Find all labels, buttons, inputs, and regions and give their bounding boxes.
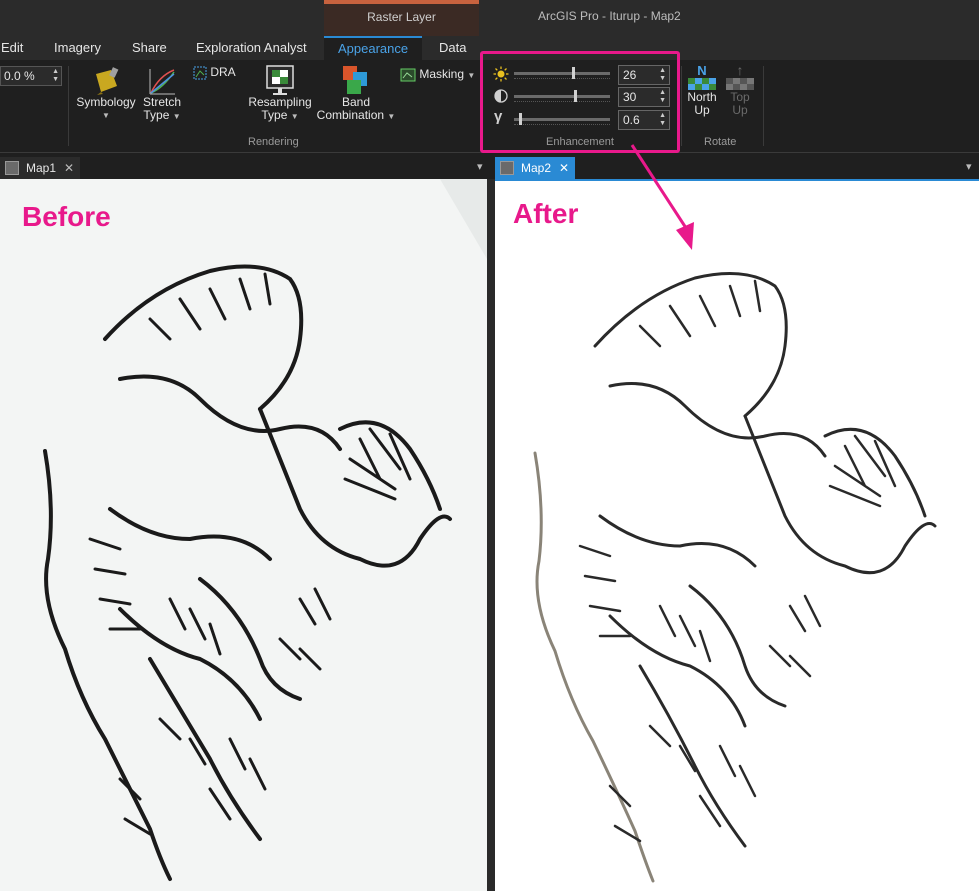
masking-button[interactable]: Masking ▼ [400,68,476,82]
doc-tab-map2-label: Map2 [521,161,551,175]
chevron-down-icon: ▼ [387,112,395,121]
scanned-map-before [0,179,487,891]
map1-view[interactable]: Before [0,179,487,891]
group-separator [68,66,69,146]
doc-tab-map1-label: Map1 [26,161,56,175]
enhancement-highlight-box [480,51,680,153]
chevron-down-icon: ▼ [75,109,137,122]
title-bar: Raster Layer ArcGIS Pro - Iturup - Map2 [0,0,979,36]
tab-exploration-analyst[interactable]: Exploration Analyst [196,40,307,55]
transparency-input[interactable]: 0.0 % ▲▼ [0,66,62,86]
map-icon [500,161,514,175]
scanned-map-after [495,181,979,891]
contextual-tab-group: Raster Layer [324,0,479,36]
map-icon [5,161,19,175]
context-accent-bar [324,0,479,4]
view-divider[interactable] [487,179,495,891]
top-up-label-2: Up [723,104,757,117]
north-up-label-2: Up [683,104,721,117]
tab-share[interactable]: Share [132,40,167,55]
resampling-type-button[interactable]: Resampling Type ▼ [247,64,313,123]
chevron-down-icon: ▼ [467,71,475,80]
tab-appearance[interactable]: Appearance [324,36,422,60]
north-icon-letter: N [683,64,721,77]
app-title: ArcGIS Pro - Iturup - Map2 [538,9,681,23]
close-icon[interactable]: ✕ [559,157,569,179]
group-separator [681,66,682,146]
band-combination-icon [339,64,373,96]
symbology-label: Symbology [75,96,137,109]
doc-tab-map2[interactable]: Map2 ✕ [495,157,575,179]
chevron-down-icon: ▼ [173,112,181,121]
tab-overflow-icon[interactable]: ▾ [477,160,483,173]
dra-label: DRA [210,65,235,79]
masking-label: Masking [419,67,464,81]
group-separator [763,66,764,146]
rotate-group-label: Rotate [704,136,736,148]
stretch-icon [147,66,177,96]
chevron-down-icon: ▼ [291,112,299,121]
context-group-label: Raster Layer [324,10,479,24]
arrow-up-icon: ↑ [723,64,757,77]
tab-data[interactable]: Data [439,40,466,55]
spin-arrows-icon[interactable]: ▲▼ [52,68,59,84]
resampling-label-2: Type [261,108,287,122]
top-up-icon [725,77,755,91]
stretch-type-button[interactable]: Stretch Type ▼ [140,66,184,123]
resampling-icon [263,64,297,96]
symbology-button[interactable]: Symbology ▼ [75,66,137,122]
rendering-group-label: Rendering [248,136,299,148]
north-up-button[interactable]: N North Up [683,64,721,117]
close-icon[interactable]: ✕ [64,157,74,179]
dra-icon [193,66,207,80]
dra-button[interactable]: DRA [193,66,243,80]
masking-icon [400,68,416,82]
tab-imagery[interactable]: Imagery [54,40,101,55]
before-caption: Before [22,201,111,233]
after-caption: After [513,198,578,230]
stretch-label-2: Type [143,108,169,122]
map2-view[interactable]: After [495,179,979,891]
band-label-2: Combination [317,108,384,122]
tab-edit[interactable]: Edit [1,40,23,55]
symbology-icon [91,66,121,96]
doc-tab-map1[interactable]: Map1 ✕ [0,157,80,179]
tab-overflow-icon[interactable]: ▾ [966,160,972,173]
transparency-value: 0.0 % [4,69,35,83]
top-up-button[interactable]: ↑ Top Up [723,64,757,117]
band-combination-button[interactable]: Band Combination ▼ [316,64,396,123]
north-up-icon [687,77,717,91]
